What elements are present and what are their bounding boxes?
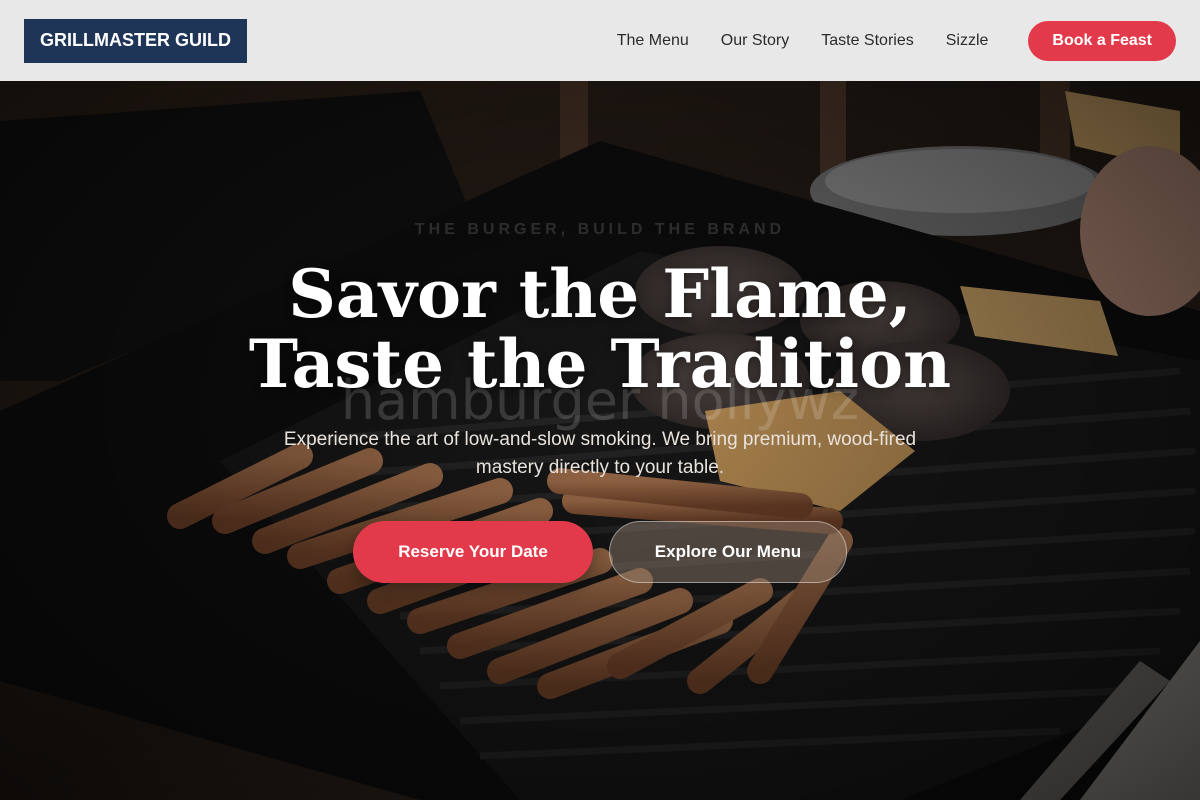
hero-cta-row: Reserve Your Date Explore Our Menu [0, 521, 1200, 583]
book-feast-button[interactable]: Book a Feast [1028, 20, 1176, 61]
nav-link-our-story[interactable]: Our Story [721, 32, 789, 50]
hero-headline: Savor the Flame, Taste the Tradition [248, 255, 952, 403]
hero-content: THE BURGER, BUILD THE BRAND hamburger ho… [0, 81, 1200, 800]
hero-subtext: Experience the art of low-and-slow smoki… [283, 429, 917, 478]
nav-link-taste-stories[interactable]: Taste Stories [821, 32, 913, 50]
hero-eyebrow: THE BURGER, BUILD THE BRAND [414, 221, 786, 238]
brand-logo[interactable]: GRILLMASTER GUILD [24, 18, 247, 63]
main-nav: The Menu Our Story Taste Stories Sizzle … [585, 20, 1176, 61]
reserve-date-button[interactable]: Reserve Your Date [353, 521, 593, 583]
site-header: GRILLMASTER GUILD The Menu Our Story Tas… [0, 0, 1200, 81]
nav-link-menu[interactable]: The Menu [617, 32, 689, 50]
nav-link-sizzle[interactable]: Sizzle [946, 32, 989, 50]
explore-menu-button[interactable]: Explore Our Menu [609, 521, 847, 583]
